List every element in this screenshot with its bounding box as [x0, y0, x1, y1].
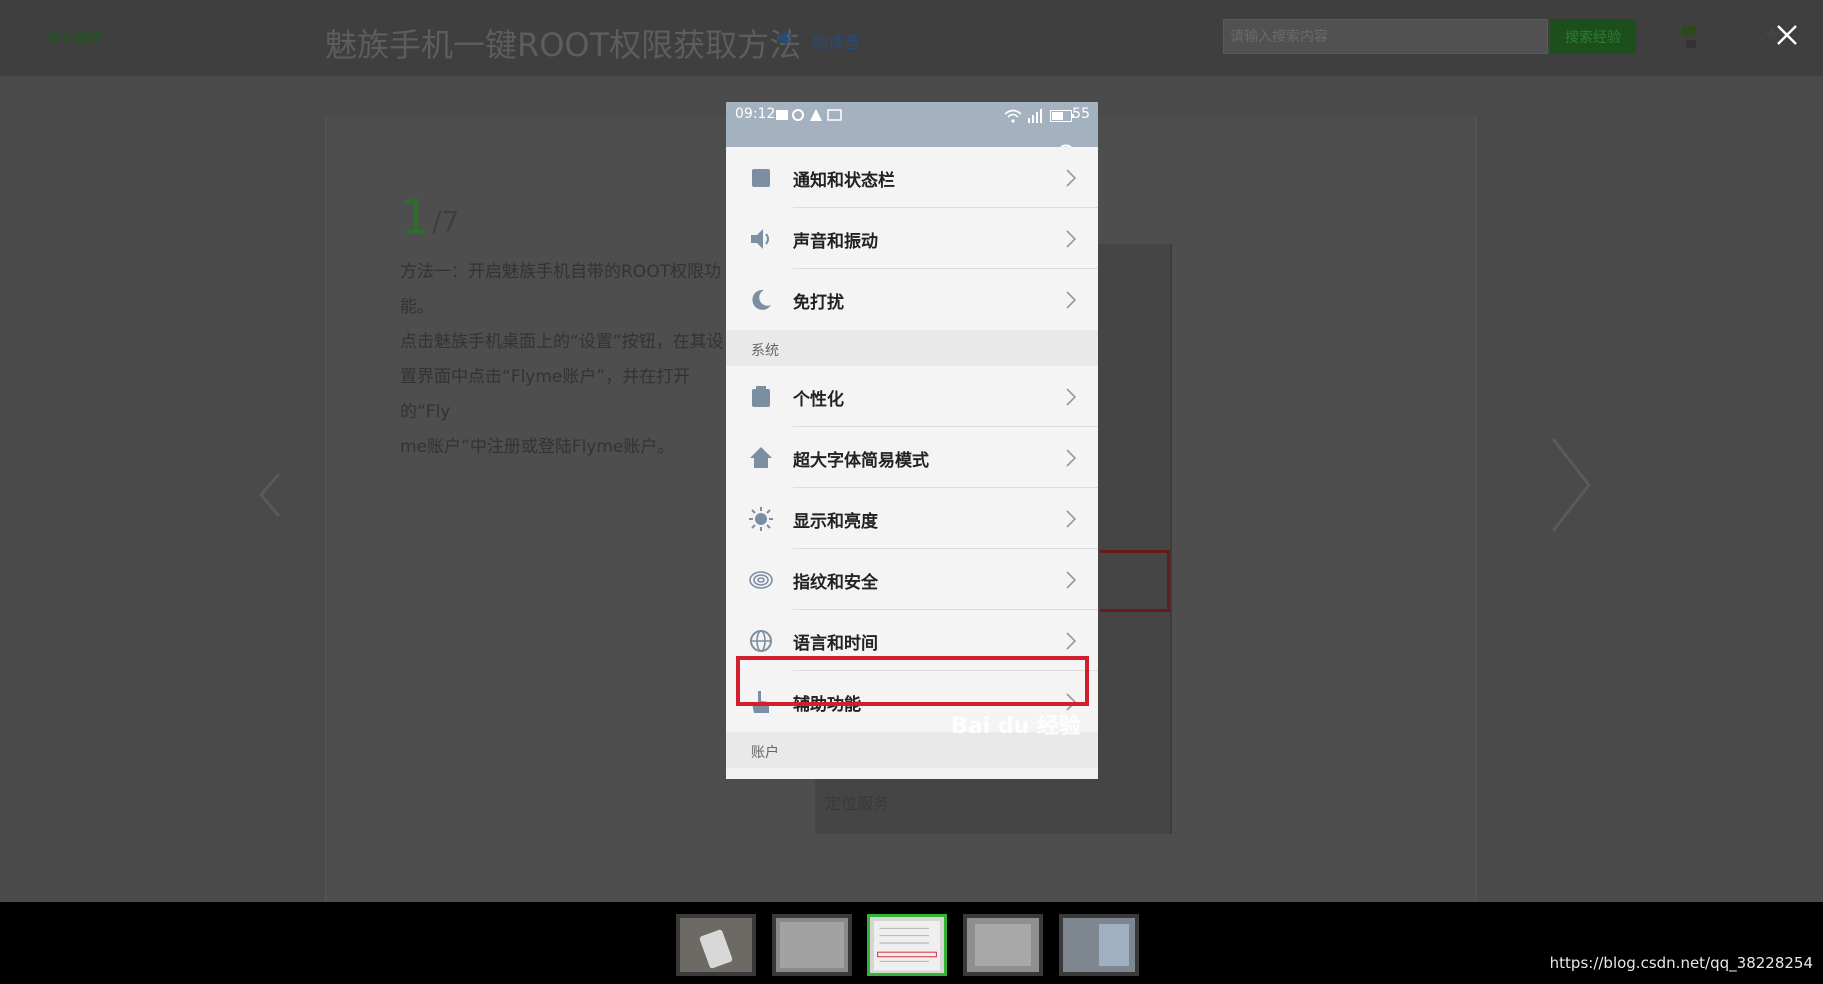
search-button[interactable]: 搜索经验 — [1550, 19, 1636, 54]
settings-row-label: 通知和状态栏 — [793, 171, 895, 191]
notification-icon — [752, 169, 770, 187]
chevron-right-icon — [1066, 510, 1076, 528]
image-viewer: 全文阅读 魅族手机一键ROOT权限获取方法 朗读音 搜索经验 1 /7 方法一：… — [0, 0, 1823, 984]
read-aloud-link[interactable]: 朗读音 — [812, 29, 860, 53]
step-line: 方法一：开启魅族手机自带的ROOT权限功 — [400, 262, 721, 282]
step-number: 1 — [400, 190, 431, 246]
chevron-right-icon — [1066, 169, 1076, 187]
settings-row-fingerprint[interactable]: 指纹和安全 — [726, 549, 1098, 610]
thumbnail-5[interactable] — [1059, 914, 1139, 976]
home-icon — [750, 447, 772, 468]
phone-screenshot: 09:12 55 通知和状态栏 声音和振动 免打扰 系统 个性化 超大字体简易模… — [726, 102, 1098, 779]
settings-row-label: 语言和时间 — [793, 634, 878, 654]
phone-photo-thumbnail — [680, 918, 752, 972]
settings-row-label: 个性化 — [793, 390, 844, 410]
search-box[interactable] — [1223, 19, 1548, 54]
settings-row-personalize[interactable]: 个性化 — [726, 366, 1098, 427]
palette-icon — [752, 386, 770, 407]
screenshot-thumbnail — [776, 918, 848, 972]
settings-row-label: 显示和亮度 — [793, 512, 878, 532]
article-title: 魅族手机一键ROOT权限获取方法 — [325, 26, 802, 64]
step-line: 置界面中点击“Flyme账户”，并在打开的“Fly — [400, 367, 691, 422]
settings-row-sound[interactable]: 声音和振动 — [726, 208, 1098, 269]
highlight-box — [736, 656, 1089, 706]
sun-icon — [749, 507, 773, 531]
battery-icon — [1050, 110, 1074, 122]
thumbnail-strip: https://blog.csdn.net/qq_38228254 — [0, 902, 1823, 984]
screenshot-thumbnail — [1063, 918, 1135, 972]
speaker-icon[interactable] — [775, 28, 797, 48]
chevron-right-icon — [1066, 230, 1076, 248]
chevron-right-icon — [1066, 632, 1076, 650]
prev-arrow-icon[interactable] — [255, 470, 285, 520]
search-input[interactable] — [1224, 20, 1547, 53]
status-bar: 09:12 55 — [726, 102, 1098, 129]
baidu-watermark: Bai du 经验 — [951, 714, 1081, 739]
globe-icon — [750, 630, 772, 652]
chevron-right-icon — [1066, 388, 1076, 406]
section-label: 账户 — [751, 745, 779, 761]
thumbnail-1[interactable] — [676, 914, 756, 976]
settings-row-label: 免打扰 — [793, 293, 844, 313]
chevron-right-icon — [1066, 449, 1076, 467]
moon-icon — [752, 289, 771, 310]
screenshot-thumbnail — [967, 918, 1039, 972]
thumb-up-icon[interactable] — [1680, 22, 1700, 52]
step-line: 点击魅族手机桌面上的“设置”按钮，在其设 — [400, 332, 724, 352]
step-line: 能。 — [400, 297, 434, 317]
location-service-label: 定位服务 — [825, 794, 890, 813]
status-time: 09:12 — [735, 106, 776, 122]
speaker-icon — [751, 229, 769, 249]
settings-row-label: 声音和振动 — [793, 232, 878, 252]
signal-icon — [1028, 109, 1042, 123]
chevron-right-icon — [1066, 291, 1076, 309]
settings-row-easy-mode[interactable]: 超大字体简易模式 — [726, 427, 1098, 488]
battery-level: 55 — [1072, 106, 1090, 122]
background-highlight — [1100, 550, 1170, 612]
chevron-right-icon — [1066, 571, 1076, 589]
thumbnail-2[interactable] — [772, 914, 852, 976]
settings-row-label: 指纹和安全 — [793, 573, 878, 593]
section-label: 系统 — [751, 343, 779, 359]
settings-row-display[interactable]: 显示和亮度 — [726, 488, 1098, 549]
page-header: 全文阅读 魅族手机一键ROOT权限获取方法 朗读音 搜索经验 — [0, 0, 1823, 76]
close-icon[interactable] — [1770, 18, 1804, 52]
wifi-icon — [1004, 109, 1022, 123]
settings-row-notification[interactable]: 通知和状态栏 — [726, 147, 1098, 208]
step-total: /7 — [432, 205, 460, 238]
screenshot-thumbnail — [874, 921, 940, 971]
source-url: https://blog.csdn.net/qq_38228254 — [1549, 954, 1813, 972]
full-read-link[interactable]: 全文阅读 — [46, 28, 102, 48]
thumbnail-3-active[interactable] — [867, 914, 947, 976]
status-icons — [776, 109, 842, 121]
step-line: me账户”中注册或登陆Flyme账户。 — [400, 437, 675, 457]
settings-row-dnd[interactable]: 免打扰 — [726, 269, 1098, 330]
fingerprint-icon — [749, 571, 773, 589]
step-description: 方法一：开启魅族手机自带的ROOT权限功 能。 点击魅族手机桌面上的“设置”按钮… — [400, 255, 730, 465]
settings-row-label: 超大字体简易模式 — [793, 451, 929, 471]
thumbnail-4[interactable] — [963, 914, 1043, 976]
section-header-system: 系统 — [726, 330, 1098, 366]
next-arrow-icon[interactable] — [1545, 435, 1595, 535]
